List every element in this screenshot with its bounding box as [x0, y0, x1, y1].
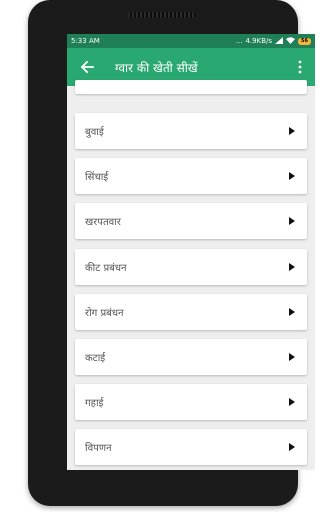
play-arrow-icon: [289, 398, 295, 406]
play-arrow-icon: [289, 217, 295, 225]
list-item-label: कीट प्रबंधन: [85, 263, 127, 274]
list-item-label: कटाई: [85, 353, 106, 364]
play-arrow-icon: [289, 172, 295, 180]
list-item-label: रोग प्रबंधन: [85, 308, 124, 319]
list-item-label: खरपतवार: [85, 217, 121, 228]
status-right: ... 4.9KB/s 56: [235, 36, 311, 46]
play-arrow-icon: [289, 308, 295, 316]
network-speed: 4.9KB/s: [245, 37, 273, 45]
list-item[interactable]: गहाई: [75, 384, 307, 420]
play-arrow-icon: [289, 263, 295, 271]
status-time: 5:33 AM: [71, 37, 100, 45]
list-item[interactable]: विपणन: [75, 429, 307, 465]
list-item[interactable]: कीट प्रबंधन: [75, 249, 307, 285]
list-item[interactable]: रोग प्रबंधन: [75, 294, 307, 330]
status-dots: ...: [235, 37, 243, 45]
wifi-icon: [286, 36, 296, 46]
phone-frame: 5:33 AM ... 4.9KB/s 56 ग्वार की खेती सीख…: [28, 0, 315, 506]
list-item[interactable]: खरपतवार: [75, 203, 307, 239]
list-item[interactable]: सिंचाई: [75, 158, 307, 194]
speaker-grille: [128, 12, 196, 18]
list-item[interactable]: कटाई: [75, 339, 307, 375]
list-item[interactable]: बुवाई: [75, 113, 307, 149]
arrow-back-icon[interactable]: [77, 57, 97, 77]
list-item-label: सिंचाई: [85, 172, 109, 183]
play-arrow-icon: [289, 443, 295, 451]
page-title: ग्वार की खेती सीखें: [115, 60, 198, 75]
list-item-label: बुवाई: [85, 127, 104, 138]
screen: 5:33 AM ... 4.9KB/s 56 ग्वार की खेती सीख…: [67, 34, 315, 470]
bottom-bezel: [28, 470, 298, 506]
topic-list: बुवाई सिंचाई खरपतवार कीट प्रबंधन रोग प्र…: [67, 80, 315, 470]
list-item-partial[interactable]: [75, 80, 307, 94]
status-bar: 5:33 AM ... 4.9KB/s 56: [67, 34, 315, 48]
more-vert-icon[interactable]: [293, 57, 307, 77]
play-arrow-icon: [289, 353, 295, 361]
signal-icon: [275, 36, 284, 46]
list-item-label: विपणन: [85, 443, 112, 454]
list-item-label: गहाई: [85, 398, 104, 409]
battery-indicator: 56: [298, 37, 311, 45]
play-arrow-icon: [289, 127, 295, 135]
